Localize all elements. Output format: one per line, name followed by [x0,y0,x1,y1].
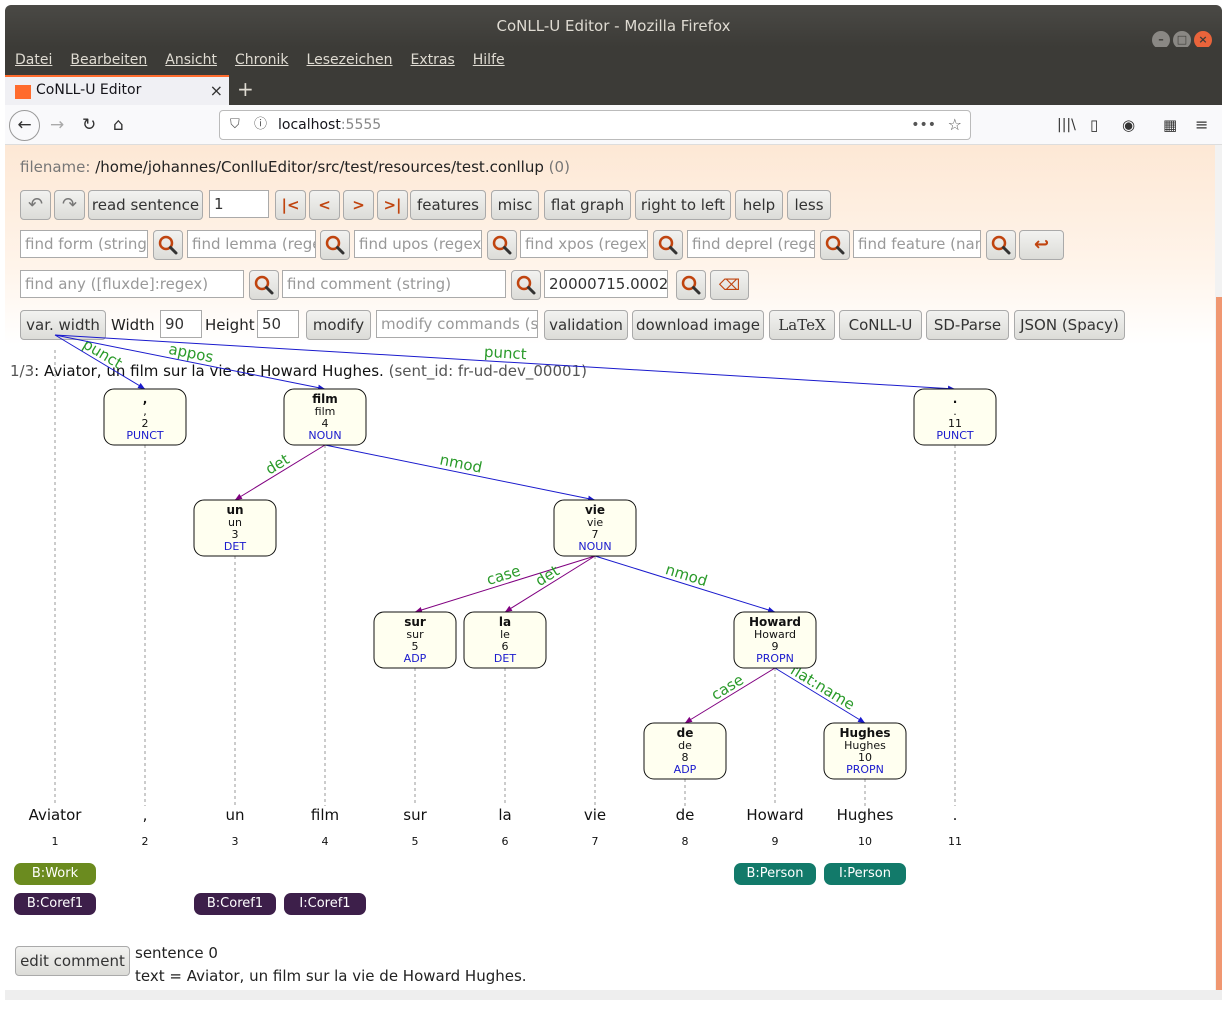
url-host: localhost [278,117,341,133]
edge-label: flat:name [787,661,858,714]
account-icon[interactable]: ◉ [1122,113,1135,137]
page-content: filename: /home/johannes/ConlluEditor/sr… [5,145,1222,990]
token-id: 2 [142,835,149,848]
tab-bar: CoNLL-U Editor × + [5,75,1222,105]
url-port: :5555 [340,117,382,133]
entity-tag: B:Person [734,863,816,885]
library-icon[interactable]: |||\ [1057,113,1076,137]
menu-bar: Datei Bearbeiten Ansicht Chronik Lesezeichen… [5,47,1222,75]
dependency-tree: punct appos punctdet nmodcase det nmodcase fla… [29,334,997,848]
node-upos: NOUN [308,429,341,442]
node-form: sur [404,615,426,629]
token-form: , [143,806,148,824]
favicon-icon [15,85,31,99]
node-form: film [312,392,338,406]
token-id: 7 [592,835,599,848]
node-upos: PROPN [846,763,884,776]
url-text[interactable]: localhost:5555 [278,111,381,139]
comment-line: text = Aviator, un film sur la vie de Ho… [135,967,527,985]
page-actions-icon[interactable]: ••• [911,111,936,139]
node-form: vie [585,503,605,517]
new-tab-button[interactable]: + [237,75,254,103]
browser-window: CoNLL-U Editor - Mozilla Firefox – □ × Dat… [0,0,1231,1010]
node-form: Hughes [840,726,891,740]
entity-tag: B:Coref1 [14,893,96,915]
node-form: un [226,503,243,517]
token-id: 6 [502,835,509,848]
edge-label: nmod [438,451,484,477]
menu-chronik[interactable]: Chronik [235,47,289,73]
edge-label: punct [483,343,527,364]
node-form: , [143,392,148,406]
token-form: film [311,806,339,824]
token-form: Hughes [837,806,894,824]
comment-text: sentence 0 text = Aviator, un film sur l… [135,942,527,988]
token-form: Aviator [29,806,83,824]
token-form: sur [403,806,427,824]
forward-arrow-icon[interactable]: → [50,113,64,137]
token-id: 9 [772,835,779,848]
scrollbar-thumb[interactable] [1216,297,1222,990]
status-bar [5,990,1222,1000]
token-form: un [225,806,244,824]
token-id: 11 [948,835,962,848]
node-upos: NOUN [578,540,611,553]
token-form: la [498,806,511,824]
edge-label: nmod [663,560,709,590]
node-upos: DET [494,652,516,665]
token-form: Howard [746,806,803,824]
tab-title: CoNLL-U Editor [36,82,142,98]
tab-close-icon[interactable]: × [210,77,223,104]
token-id: 8 [682,835,689,848]
shield-icon[interactable]: ⛉ [230,111,240,139]
menu-datei[interactable]: Datei [15,47,52,73]
menu-hamburger-icon[interactable]: ≡ [1195,113,1208,137]
entity-tag: I:Person [824,863,906,885]
node-upos: PUNCT [936,429,974,442]
token-form: vie [584,806,606,824]
extensions-icon[interactable]: ▦ [1163,113,1177,137]
url-bar[interactable]: ⛉ ⓘ localhost:5555 ••• ☆ [219,110,971,140]
edge-label: punct [80,335,126,372]
edge-label: case [708,671,747,704]
node-upos: DET [224,540,246,553]
entity-tag: B:Coref1 [194,893,276,915]
back-arrow-icon[interactable]: ← [9,110,40,141]
edge-label: det [532,562,563,590]
menu-hilfe[interactable]: Hilfe [473,47,505,73]
edit-comment-button[interactable]: edit comment [15,946,130,976]
info-icon[interactable]: ⓘ [254,111,267,139]
sidebar-icon[interactable]: ▯ [1090,113,1098,137]
home-icon[interactable]: ⌂ [113,113,124,137]
navigation-bar: ← → ↻ ⌂ ⛉ ⓘ localhost:5555 ••• ☆ |||\ ▯ … [5,105,1222,145]
token-form: . [953,806,958,824]
edge-label: det [262,450,293,478]
token-id: 10 [858,835,872,848]
node-form: la [499,615,511,629]
node-upos: ADP [674,763,697,776]
node-upos: ADP [404,652,427,665]
window-title: CoNLL-U Editor - Mozilla Firefox [496,17,731,35]
node-form: . [953,392,958,406]
comment-line: sentence 0 [135,944,218,962]
token-id: 3 [232,835,239,848]
reload-icon[interactable]: ↻ [82,113,96,137]
token-id: 5 [412,835,419,848]
token-id: 4 [322,835,329,848]
entity-tag: I:Coref1 [284,893,366,915]
node-upos: PROPN [756,652,794,665]
tab-conllu-editor[interactable]: CoNLL-U Editor × [5,75,229,105]
bookmark-star-icon[interactable]: ☆ [948,111,962,139]
node-upos: PUNCT [126,429,164,442]
menu-lesezeichen[interactable]: Lesezeichen [307,47,393,73]
menu-ansicht[interactable]: Ansicht [165,47,217,73]
node-form: de [677,726,694,740]
menu-bearbeiten[interactable]: Bearbeiten [70,47,147,73]
node-form: Howard [749,615,801,629]
entity-tag: B:Work [14,863,96,885]
token-form: de [676,806,695,824]
menu-extras[interactable]: Extras [411,47,455,73]
token-id: 1 [52,835,59,848]
window-titlebar: CoNLL-U Editor - Mozilla Firefox – □ × [5,5,1222,49]
